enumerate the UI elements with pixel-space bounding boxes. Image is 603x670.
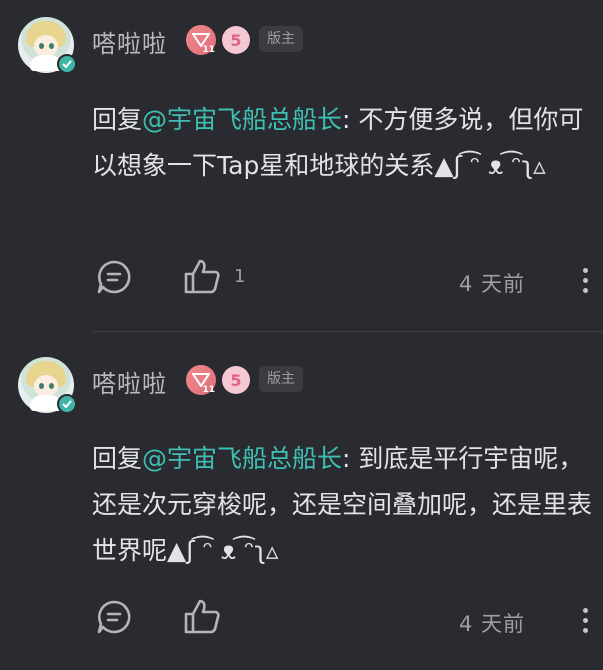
- avatar-face: [34, 375, 58, 397]
- thumbs-up-icon: [184, 599, 220, 634]
- mention-link[interactable]: @宇宙飞船总船长: [142, 105, 342, 134]
- achievement-badge-glyph: 5: [230, 370, 242, 390]
- achievement-badge-icon: 5: [222, 366, 250, 394]
- like-button[interactable]: [183, 258, 221, 296]
- reply-button[interactable]: [96, 599, 132, 635]
- level-badge-number: 11: [202, 385, 215, 395]
- username[interactable]: 嗒啦啦: [92, 364, 167, 399]
- reply-prefix: 回复: [92, 105, 143, 134]
- reply-prefix: 回复: [92, 444, 143, 473]
- role-tag: 版主: [259, 366, 303, 392]
- avatar[interactable]: [18, 357, 77, 414]
- avatar-eye-right: [49, 383, 54, 389]
- thumbs-up-icon: [184, 259, 220, 294]
- more-vertical-icon[interactable]: [582, 608, 590, 638]
- like-button[interactable]: [183, 598, 221, 636]
- level-badge-icon: 11: [186, 25, 216, 55]
- divider: [92, 331, 603, 332]
- mention-link[interactable]: @宇宙飞船总船长: [142, 444, 342, 473]
- reply-button[interactable]: [96, 259, 132, 295]
- avatar-face: [34, 35, 58, 57]
- level-badge-icon: 11: [186, 365, 216, 395]
- verified-check-icon: [57, 54, 77, 74]
- timestamp: 4 天前: [459, 272, 526, 296]
- comment-bubble-icon: [97, 600, 131, 634]
- more-vertical-icon[interactable]: [582, 268, 590, 298]
- avatar-eye-right: [49, 43, 54, 49]
- like-count: 1: [234, 266, 246, 287]
- comment-text: 回复@宇宙飞船总船长: 到底是平行宇宙呢，还是次元穿梭呢，还是空间叠加呢，还是里…: [92, 436, 592, 574]
- avatar-eye-left: [39, 43, 44, 49]
- achievement-badge-icon: 5: [222, 26, 250, 54]
- achievement-badge-glyph: 5: [230, 30, 242, 50]
- comment-text: 回复@宇宙飞船总船长: 不方便多说，但你可以想象一下Tap星和地球的关系▲ʃ ͡…: [92, 97, 592, 189]
- verified-check-icon: [57, 394, 77, 414]
- level-badge-number: 11: [202, 45, 215, 55]
- timestamp: 4 天前: [459, 612, 526, 636]
- avatar-eye-left: [39, 383, 44, 389]
- username[interactable]: 嗒啦啦: [92, 24, 167, 59]
- avatar[interactable]: [18, 17, 77, 74]
- role-tag: 版主: [259, 26, 303, 52]
- comment-bubble-icon: [97, 260, 131, 294]
